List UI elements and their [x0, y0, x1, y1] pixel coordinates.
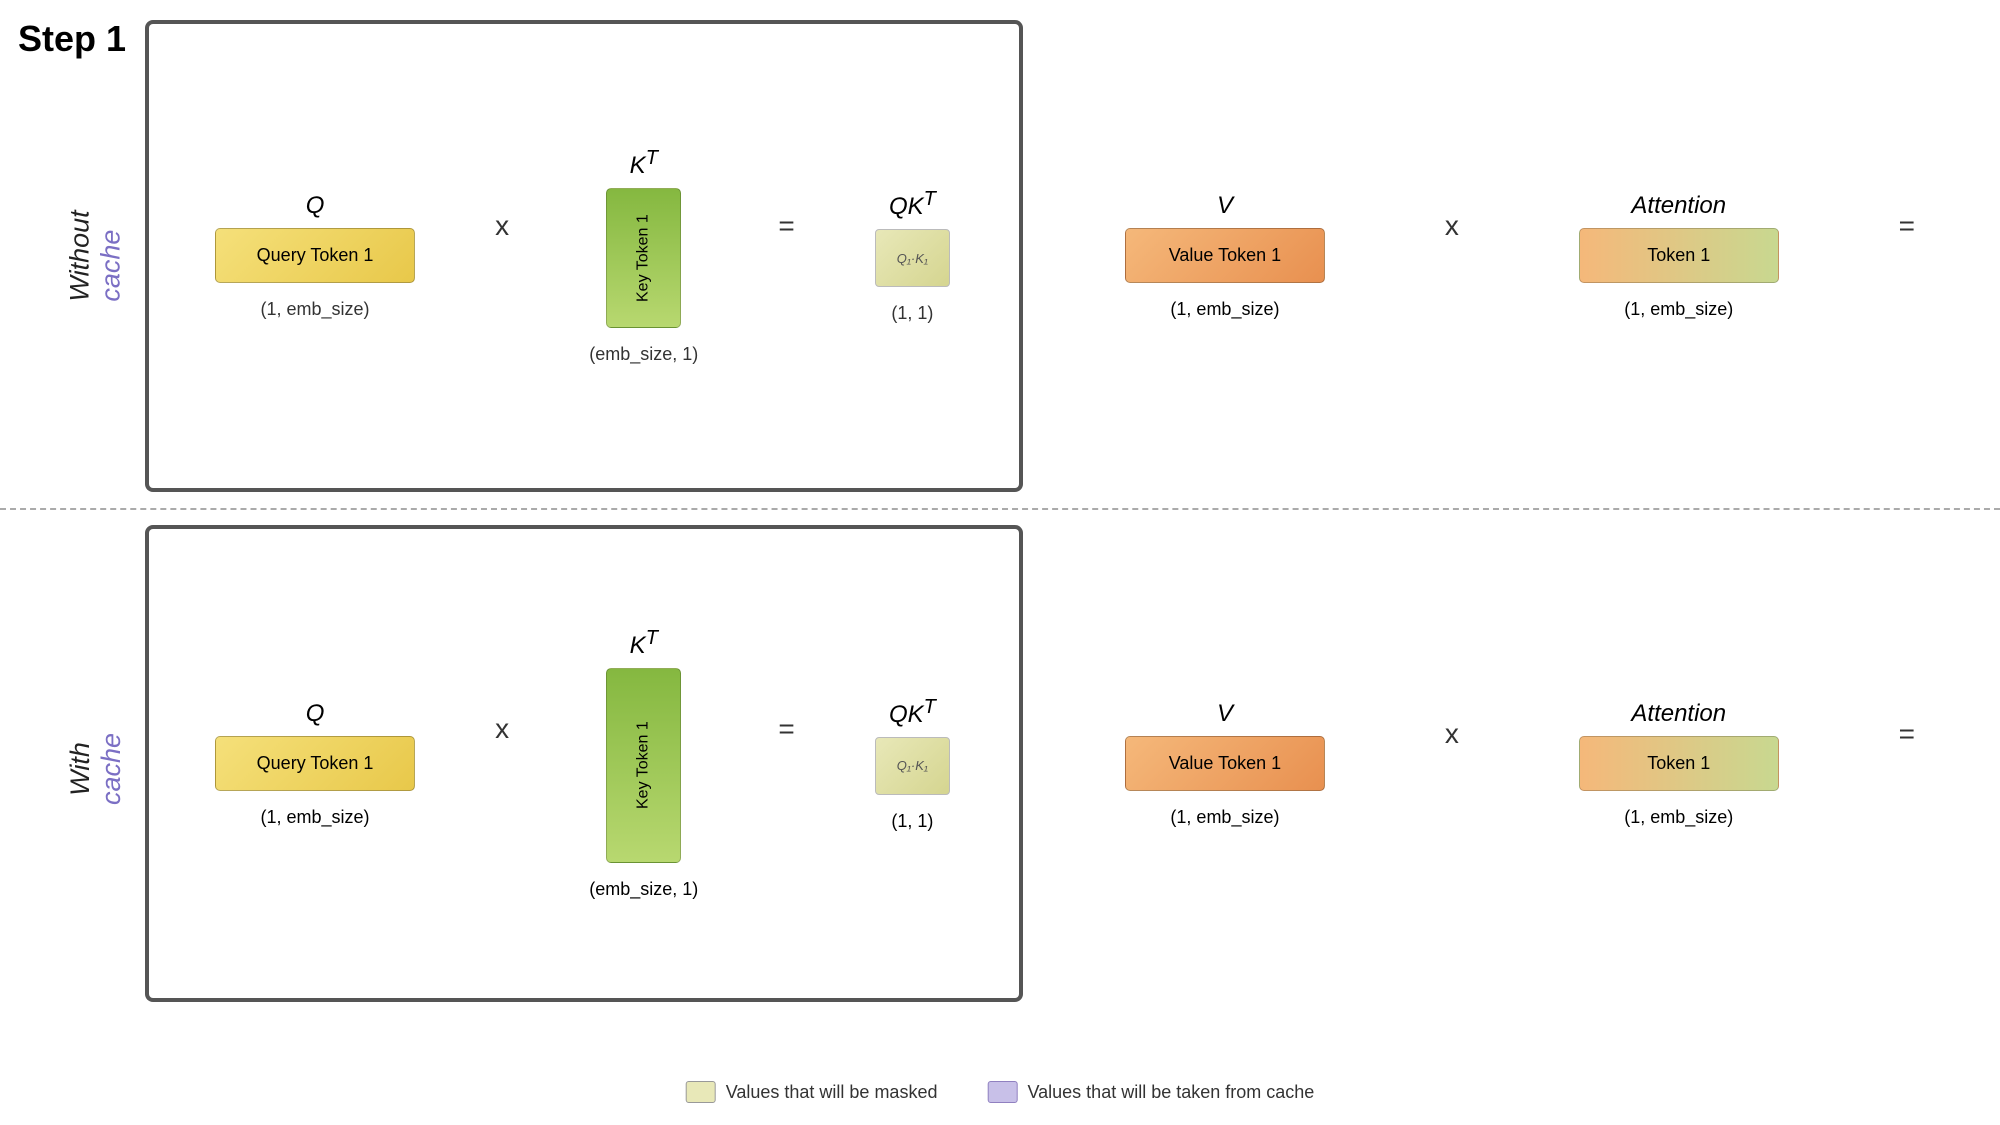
- right-portion-bottom: V Value Token 1 (1, emb_size) x Attentio…: [1065, 525, 1975, 1002]
- legend-cache-box: [987, 1081, 1017, 1103]
- multiply-op2-bottom: x: [1445, 718, 1459, 750]
- legend-cache-label: Values that will be taken from cache: [1027, 1082, 1314, 1103]
- qkt-dim-top: (1, 1): [891, 303, 933, 324]
- attention-dim-top: (1, emb_size): [1624, 299, 1733, 320]
- multiply-op-top: x: [495, 210, 509, 242]
- value-token-box-top: Value Token 1: [1125, 228, 1325, 283]
- attention-dim-bottom: (1, emb_size): [1624, 807, 1733, 828]
- key-token-box-bottom: Key Token 1: [606, 668, 681, 863]
- left-bracket-group-top: Q Query Token 1 (1, emb_size) x KT Key T…: [145, 20, 1015, 492]
- value-token-box-bottom: Value Token 1: [1125, 736, 1325, 791]
- v-dim-bottom: (1, emb_size): [1170, 807, 1279, 828]
- equals-op-bottom: =: [778, 713, 794, 745]
- equals-op2-top: =: [1899, 210, 1915, 242]
- page-wrapper: Step 1 Without cache Q Query Token 1 (1,…: [0, 0, 2000, 1125]
- q-header-bottom: Q: [306, 700, 325, 728]
- right-portion-top: V Value Token 1 (1, emb_size) x Attentio…: [1065, 20, 1975, 492]
- attention-column-top: Attention Token 1 (1, emb_size): [1579, 192, 1779, 320]
- kt-column-top: KT Key Token 1 (emb_size, 1): [589, 147, 698, 365]
- query-token-box-top: Query Token 1: [215, 228, 415, 283]
- section-with-cache: With cache Q Query Token 1 (1, emb_size)…: [145, 525, 1975, 1055]
- kt-column-bottom: KT Key Token 1 (emb_size, 1): [589, 627, 698, 900]
- kt-header-bottom: KT: [630, 627, 658, 660]
- q-dim-bottom: (1, emb_size): [261, 807, 370, 828]
- legend-masked-label: Values that will be masked: [726, 1082, 938, 1103]
- v-header-bottom: V: [1217, 700, 1233, 728]
- q-header-top: Q: [306, 192, 325, 220]
- v-header-top: V: [1217, 192, 1233, 220]
- legend: Values that will be masked Values that w…: [686, 1081, 1315, 1103]
- multiply-op2-top: x: [1445, 210, 1459, 242]
- v-column-bottom: V Value Token 1 (1, emb_size): [1125, 700, 1325, 828]
- query-token-box-bottom: Query Token 1: [215, 736, 415, 791]
- key-token-box-top: Key Token 1: [606, 188, 681, 328]
- qkt-result-box-top: Q₁·K₁: [875, 229, 950, 287]
- multiply-op-bottom: x: [495, 713, 509, 745]
- legend-masked-box: [686, 1081, 716, 1103]
- qkt-result-box-bottom: Q₁·K₁: [875, 737, 950, 795]
- kt-dim-bottom: (emb_size, 1): [589, 879, 698, 900]
- attention-header-top: Attention: [1631, 192, 1726, 220]
- section-without-cache: Without cache Q Query Token 1 (1, emb_si…: [145, 20, 1975, 492]
- attention-token-box-bottom: Token 1: [1579, 736, 1779, 791]
- with-cache-label: With cache: [65, 733, 127, 805]
- v-dim-top: (1, emb_size): [1170, 299, 1279, 320]
- dashed-divider: [0, 508, 2000, 510]
- q-column-bottom: Q Query Token 1 (1, emb_size): [215, 700, 415, 828]
- bracket-right-bottom: [1005, 525, 1023, 1002]
- step-label: Step 1: [18, 18, 126, 60]
- equals-op-top: =: [778, 210, 794, 242]
- bracket-right-top: [1005, 20, 1023, 492]
- kt-header-top: KT: [630, 147, 658, 180]
- q-dim-top: (1, emb_size): [261, 299, 370, 320]
- qkt-header-bottom: QKT: [889, 696, 936, 729]
- qkt-column-top: QKT Q₁·K₁ (1, 1): [875, 188, 950, 324]
- legend-masked: Values that will be masked: [686, 1081, 938, 1103]
- q-column-top: Q Query Token 1 (1, emb_size): [215, 192, 415, 320]
- bracket-content-top: Q Query Token 1 (1, emb_size) x KT Key T…: [175, 20, 990, 492]
- legend-cache: Values that will be taken from cache: [987, 1081, 1314, 1103]
- attention-header-bottom: Attention: [1631, 700, 1726, 728]
- without-cache-label: Without cache: [65, 210, 127, 301]
- attention-token-box-top: Token 1: [1579, 228, 1779, 283]
- left-bracket-group-bottom: Q Query Token 1 (1, emb_size) x KT Key T…: [145, 525, 1015, 1002]
- qkt-header-top: QKT: [889, 188, 936, 221]
- qkt-column-bottom: QKT Q₁·K₁ (1, 1): [875, 696, 950, 832]
- kt-dim-top: (emb_size, 1): [589, 344, 698, 365]
- qkt-dim-bottom: (1, 1): [891, 811, 933, 832]
- attention-column-bottom: Attention Token 1 (1, emb_size): [1579, 700, 1779, 828]
- v-column-top: V Value Token 1 (1, emb_size): [1125, 192, 1325, 320]
- bracket-content-bottom: Q Query Token 1 (1, emb_size) x KT Key T…: [175, 525, 990, 1002]
- equals-op2-bottom: =: [1899, 718, 1915, 750]
